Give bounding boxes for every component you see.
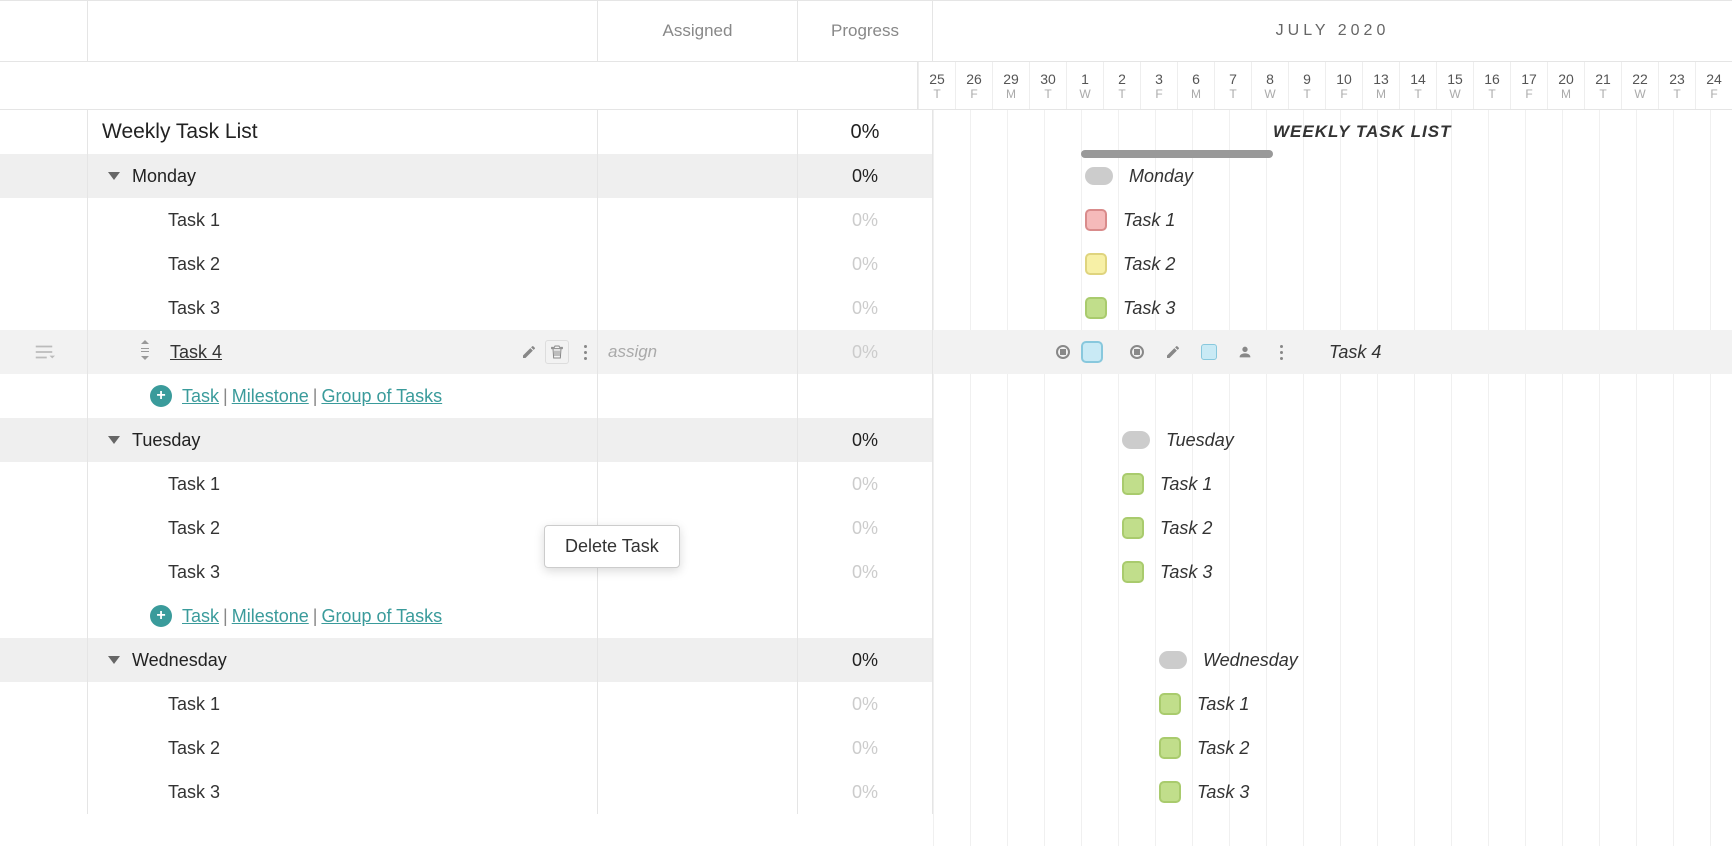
group-row-monday[interactable]: Monday 0% xyxy=(0,154,933,198)
date-cell[interactable]: 20M xyxy=(1547,62,1584,109)
project-title[interactable]: Weekly Task List xyxy=(102,120,258,144)
timeline-group-marker[interactable] xyxy=(1159,651,1187,669)
date-cell[interactable]: 15W xyxy=(1436,62,1473,109)
date-cell[interactable]: 23T xyxy=(1658,62,1695,109)
timeline-task-bar[interactable] xyxy=(1159,737,1181,759)
task-row[interactable]: Task 30% xyxy=(0,770,933,814)
date-cell[interactable]: 25T xyxy=(918,62,955,109)
table-header: Assigned Progress JULY 2020 xyxy=(0,0,1732,62)
context-menu-delete[interactable]: Delete Task xyxy=(544,525,680,568)
date-cell[interactable]: 24F xyxy=(1695,62,1732,109)
header-assigned[interactable]: Assigned xyxy=(598,1,798,61)
date-cell[interactable]: 17F xyxy=(1510,62,1547,109)
drag-handle-icon[interactable] xyxy=(138,340,152,365)
assign-placeholder[interactable]: assign xyxy=(608,342,657,362)
timeline-color-icon[interactable] xyxy=(1197,340,1221,364)
add-item-row: + Task | Milestone | Group of Tasks xyxy=(0,594,933,638)
add-item-row: + Task | Milestone | Group of Tasks xyxy=(0,374,933,418)
header-gutter xyxy=(0,1,88,61)
date-header: 25T26F29M30T1W2T3F6M7T8W9T10F13M14T15W16… xyxy=(0,62,1732,110)
group-label: Wednesday xyxy=(132,650,227,671)
timeline-handle-left-icon[interactable] xyxy=(1051,340,1075,364)
task-row[interactable]: Task 20% xyxy=(0,506,933,550)
task-name[interactable]: Task 4 xyxy=(170,342,222,363)
group-row-wednesday[interactable]: Wednesday 0% xyxy=(0,638,933,682)
date-cell[interactable]: 22W xyxy=(1621,62,1658,109)
date-cell[interactable]: 21T xyxy=(1584,62,1621,109)
chevron-down-icon[interactable] xyxy=(108,436,120,444)
task-row[interactable]: Task 30% xyxy=(0,286,933,330)
add-group-link[interactable]: Group of Tasks xyxy=(321,606,442,627)
timeline-group-label: Monday xyxy=(1129,166,1193,187)
delete-icon[interactable] xyxy=(545,340,569,364)
timeline-group-marker[interactable] xyxy=(1122,431,1150,449)
timeline-pane: WEEKLY TASK LIST Monday Task 1 Task 2 Ta… xyxy=(933,110,1732,846)
timeline-group-label: Tuesday xyxy=(1166,430,1234,451)
date-cell[interactable]: 10F xyxy=(1325,62,1362,109)
timeline-task-bar[interactable] xyxy=(1122,517,1144,539)
date-cell[interactable]: 9T xyxy=(1288,62,1325,109)
project-progress: 0% xyxy=(851,121,880,144)
row-menu-icon[interactable] xyxy=(33,341,55,363)
chevron-down-icon[interactable] xyxy=(108,656,120,664)
task-row[interactable]: Task 20% xyxy=(0,726,933,770)
add-icon[interactable]: + xyxy=(150,385,172,407)
date-cell[interactable]: 13M xyxy=(1362,62,1399,109)
task-row[interactable]: Task 10% xyxy=(0,462,933,506)
add-task-link[interactable]: Task xyxy=(182,386,219,407)
date-cell[interactable]: 1W xyxy=(1066,62,1103,109)
project-title-row: Weekly Task List 0% xyxy=(0,110,933,154)
timeline-task-bar[interactable] xyxy=(1085,253,1107,275)
task-row[interactable]: Task 30% xyxy=(0,550,933,594)
timeline-task-bar[interactable] xyxy=(1159,781,1181,803)
timeline-task-bar[interactable] xyxy=(1122,473,1144,495)
date-cell[interactable]: 26F xyxy=(955,62,992,109)
task-list-pane: Weekly Task List 0% Monday 0% Task 10% T… xyxy=(0,110,933,846)
group-row-tuesday[interactable]: Tuesday 0% xyxy=(0,418,933,462)
add-group-link[interactable]: Group of Tasks xyxy=(321,386,442,407)
timeline-task-bar-selected[interactable] xyxy=(1081,341,1103,363)
timeline-task-bar[interactable] xyxy=(1159,693,1181,715)
edit-icon[interactable] xyxy=(517,340,541,364)
date-cell[interactable]: 6M xyxy=(1177,62,1214,109)
timeline-task-bar[interactable] xyxy=(1085,209,1107,231)
group-label: Monday xyxy=(132,166,196,187)
date-cell[interactable]: 16T xyxy=(1473,62,1510,109)
date-cell[interactable]: 8W xyxy=(1251,62,1288,109)
date-cell[interactable]: 7T xyxy=(1214,62,1251,109)
header-month: JULY 2020 xyxy=(933,1,1732,61)
add-milestone-link[interactable]: Milestone xyxy=(232,386,309,407)
timeline-project-title: WEEKLY TASK LIST xyxy=(1273,122,1451,142)
date-cell[interactable]: 3F xyxy=(1140,62,1177,109)
header-task-col xyxy=(88,1,598,61)
timeline-more-icon[interactable] xyxy=(1269,340,1293,364)
task-row-selected[interactable]: Task 4 assign 0% xyxy=(0,330,933,374)
timeline-group-label: Wednesday xyxy=(1203,650,1298,671)
more-icon[interactable] xyxy=(573,340,597,364)
timeline-task-bar[interactable] xyxy=(1122,561,1144,583)
add-milestone-link[interactable]: Milestone xyxy=(232,606,309,627)
date-cell[interactable]: 14T xyxy=(1399,62,1436,109)
date-cell[interactable]: 29M xyxy=(992,62,1029,109)
timeline-task-bar[interactable] xyxy=(1085,297,1107,319)
timeline-assign-icon[interactable] xyxy=(1233,340,1257,364)
timeline-edit-icon[interactable] xyxy=(1161,340,1185,364)
timeline-task-label: Task 4 xyxy=(1329,342,1381,363)
date-cell[interactable]: 2T xyxy=(1103,62,1140,109)
chevron-down-icon[interactable] xyxy=(108,172,120,180)
timeline-handle-right-icon[interactable] xyxy=(1125,340,1149,364)
task-row[interactable]: Task 10% xyxy=(0,198,933,242)
date-cell[interactable]: 30T xyxy=(1029,62,1066,109)
add-icon[interactable]: + xyxy=(150,605,172,627)
task-row[interactable]: Task 20% xyxy=(0,242,933,286)
timeline-group-marker[interactable] xyxy=(1085,167,1113,185)
add-task-link[interactable]: Task xyxy=(182,606,219,627)
task-row[interactable]: Task 10% xyxy=(0,682,933,726)
group-label: Tuesday xyxy=(132,430,200,451)
header-progress[interactable]: Progress xyxy=(798,1,933,61)
